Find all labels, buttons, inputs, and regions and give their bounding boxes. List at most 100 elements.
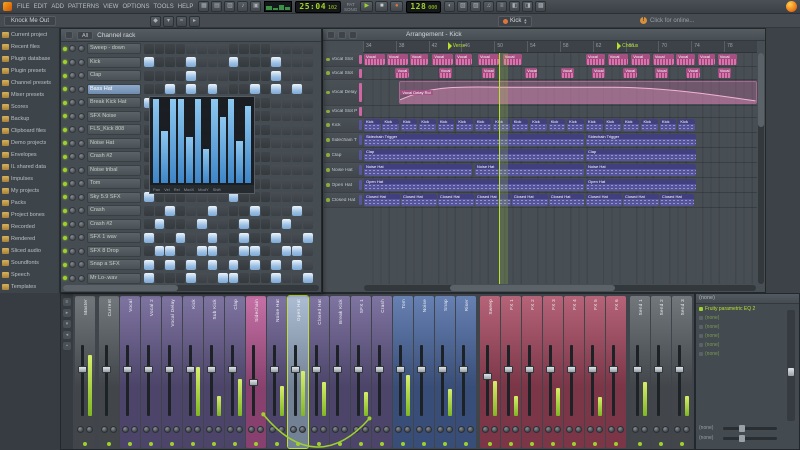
menu-tools[interactable]: TOOLS [152,4,176,10]
step-cell[interactable] [292,246,302,256]
step-cell[interactable] [197,233,207,243]
fader-handle[interactable] [483,373,492,380]
channel-button[interactable]: Break Kick Hat [87,97,141,108]
stereo-knob[interactable] [362,426,369,433]
step-cell[interactable] [282,138,292,148]
step-cell[interactable] [292,44,302,54]
fader-handle[interactable] [123,366,132,373]
step-cell[interactable] [271,111,281,121]
record-button[interactable]: ● [390,1,403,12]
channel-button[interactable]: Crash #2 [87,151,141,162]
stereo-knob[interactable] [617,426,624,433]
mixer-strip[interactable]: Noise Hat [267,296,287,448]
pan-knob[interactable] [69,72,76,79]
step-cell[interactable] [250,206,260,216]
step-cell[interactable] [176,206,186,216]
track-mute-led[interactable] [326,71,330,75]
tempo-tap-icon[interactable]: ◨ [522,1,533,12]
channel-rack-icon[interactable]: ▤ [211,1,222,12]
step-cell[interactable] [218,246,228,256]
mixer-strip[interactable]: SFX 1 [351,296,371,448]
strip-mute[interactable] [401,439,405,448]
mute-led[interactable] [63,209,67,213]
pattern-clip[interactable]: Sidechain Trigger [586,134,696,146]
strip-mute[interactable] [107,439,111,448]
step-cell[interactable] [229,246,239,256]
track-header[interactable]: Open Hat [324,178,364,193]
mixer-strip[interactable]: Sweep [480,296,500,448]
slot-enable-led[interactable] [699,343,703,347]
pattern-clip[interactable]: Kick [660,119,677,131]
strip-mute[interactable] [359,439,363,448]
pan-knob[interactable] [653,426,660,433]
browser-item[interactable]: Recorded [0,221,59,233]
audio-clip[interactable]: Vocal [623,68,636,78]
step-cell[interactable] [197,84,207,94]
audio-clip[interactable]: Vocal [655,68,668,78]
strip-mute[interactable] [275,439,279,448]
audio-clip[interactable]: Vocal [410,54,429,65]
fader-handle[interactable] [633,366,642,373]
step-cell[interactable] [261,152,271,162]
play-button[interactable]: ▶ [360,1,373,12]
step-cell[interactable] [292,57,302,67]
mixer-strip[interactable]: FX 4 [564,296,584,448]
pan-knob[interactable] [69,207,76,214]
step-cell[interactable] [292,233,302,243]
stereo-knob[interactable] [491,426,498,433]
step-cell[interactable] [155,84,165,94]
volume-knob[interactable] [78,86,85,93]
track-lanes[interactable]: VocalVocalVocalVocalVocalVocalVocalVocal… [364,53,757,284]
mute-led[interactable] [63,60,67,64]
step-cell[interactable] [176,71,186,81]
audio-clip[interactable]: Vocal [653,54,674,65]
mixer-strip[interactable]: Noise [414,296,434,448]
mute-led[interactable] [63,182,67,186]
pan-knob[interactable] [185,426,192,433]
volume-knob[interactable] [78,99,85,106]
fader-handle[interactable] [312,366,321,373]
step-cell[interactable] [239,273,249,283]
step-cell[interactable] [271,44,281,54]
step-cell[interactable] [208,44,218,54]
stereo-knob[interactable] [152,426,159,433]
volume-knob[interactable] [78,221,85,228]
channel-button[interactable]: FLS_Kick 808 [87,124,141,135]
step-cell[interactable] [292,260,302,270]
audio-clip[interactable]: Vocal [439,68,452,78]
pattern-clip[interactable]: Closed Hat [401,194,437,206]
stereo-knob[interactable] [662,426,669,433]
fader-handle[interactable] [291,366,300,373]
strip-mute[interactable] [572,439,576,448]
audio-clip[interactable]: Vocal [432,54,453,65]
strip-mute[interactable] [593,439,597,448]
mixer-strip[interactable]: Open Hat [288,296,308,448]
step-cell[interactable] [165,71,175,81]
step-cell[interactable] [282,260,292,270]
fader-handle[interactable] [417,366,426,373]
stereo-knob[interactable] [86,426,93,433]
mute-led[interactable] [63,249,67,253]
mixer-strip[interactable]: Crash [372,296,392,448]
track-header[interactable]: Closed Hat [324,193,364,208]
browser-item[interactable]: Scores [0,101,59,113]
browser-item[interactable]: Sliced audio [0,245,59,257]
volume-knob[interactable] [78,261,85,268]
step-cell[interactable] [261,125,271,135]
strip-mute[interactable] [254,439,258,448]
browser-item[interactable]: Speech [0,269,59,281]
step-cell[interactable] [229,84,239,94]
pattern-clip[interactable]: Kick [401,119,418,131]
step-cell[interactable] [186,260,196,270]
slider-track[interactable] [723,437,777,440]
fader-handle[interactable] [654,366,663,373]
step-cell[interactable] [303,233,313,243]
step-cell[interactable] [292,98,302,108]
step-cell[interactable] [303,71,313,81]
strip-mute[interactable] [212,439,216,448]
step-cell[interactable] [271,125,281,135]
pan-knob[interactable] [69,221,76,228]
step-edit-icon[interactable]: ▧ [457,1,468,12]
slider-handle[interactable] [739,425,745,432]
menu-patterns[interactable]: PATTERNS [66,4,101,10]
